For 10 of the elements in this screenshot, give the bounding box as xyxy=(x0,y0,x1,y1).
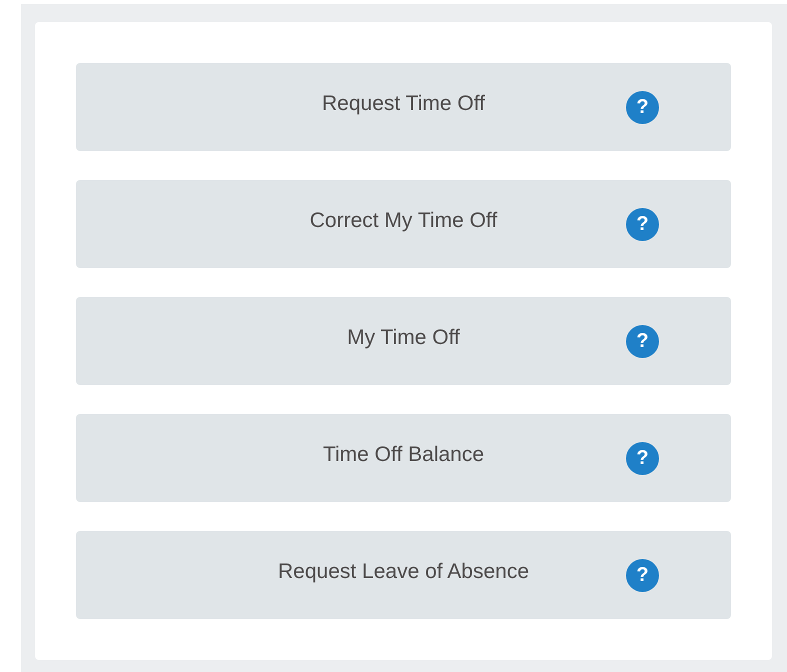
action-button[interactable]: Request Time Off ? xyxy=(76,63,731,151)
action-button[interactable]: My Time Off ? xyxy=(76,297,731,385)
help-icon[interactable]: ? xyxy=(626,558,659,592)
action-button[interactable]: Correct My Time Off ? xyxy=(76,180,731,268)
action-button[interactable]: Time Off Balance ? xyxy=(76,414,731,502)
help-icon[interactable]: ? xyxy=(626,442,659,474)
help-icon[interactable]: ? xyxy=(626,208,659,240)
help-icon[interactable]: ? xyxy=(626,90,659,124)
help-icon[interactable]: ? xyxy=(626,324,659,358)
action-button[interactable]: Request Leave of Absence ? xyxy=(76,531,731,619)
